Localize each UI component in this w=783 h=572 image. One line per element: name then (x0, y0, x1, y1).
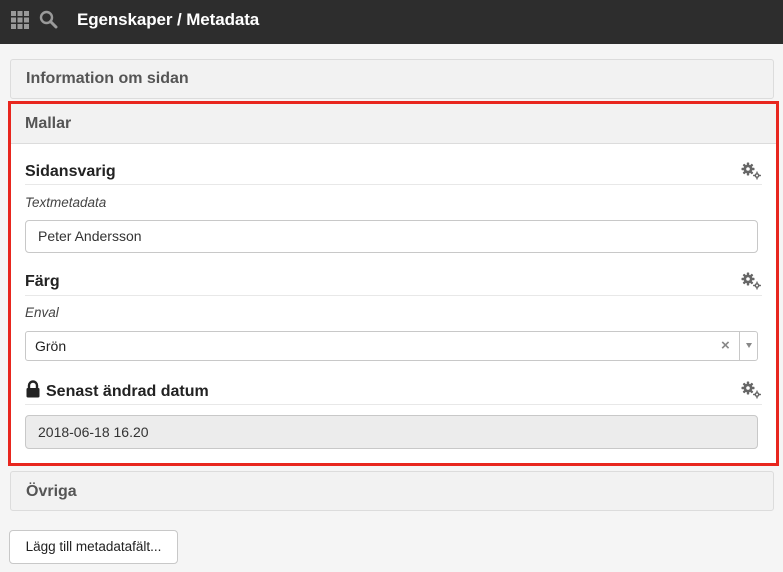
add-metadata-field-button[interactable]: Lägg till metadatafält... (9, 530, 178, 564)
gear-icon[interactable] (740, 272, 762, 290)
farg-select[interactable]: Grön × (25, 331, 758, 361)
sidansvarig-input[interactable]: Peter Andersson (25, 220, 758, 253)
panel-title-ovriga: Övriga (26, 483, 77, 500)
mallar-panel: Mallar Sidansvarig Textmetadata Peter An… (8, 101, 779, 466)
top-bar: Egenskaper / Metadata (0, 0, 783, 44)
senast-andrad-field: 2018-06-18 16.20 (25, 415, 758, 449)
field-divider (25, 295, 762, 296)
panel-information[interactable]: Information om sidan (10, 59, 774, 99)
field-divider (25, 404, 762, 405)
clear-icon[interactable]: × (721, 337, 730, 354)
search-icon[interactable] (39, 10, 58, 29)
lock-icon (26, 380, 40, 398)
panel-mallar-header[interactable]: Mallar (11, 104, 776, 144)
panel-title-information: Information om sidan (26, 70, 189, 87)
field-type-label: Textmetadata (25, 195, 107, 210)
gear-icon[interactable] (740, 162, 762, 180)
field-title-sidansvarig: Sidansvarig (25, 163, 116, 180)
field-type-label: Enval (25, 305, 59, 320)
chevron-down-icon[interactable] (746, 343, 752, 348)
panel-ovriga[interactable]: Övriga (10, 471, 774, 511)
field-title-farg: Färg (25, 273, 60, 290)
gear-icon[interactable] (740, 381, 762, 399)
select-divider (739, 332, 740, 360)
field-title-senast-andrad: Senast ändrad datum (46, 383, 209, 400)
field-divider (25, 184, 762, 185)
select-value: Grön (35, 338, 67, 354)
panel-title-mallar: Mallar (25, 115, 72, 132)
grid-icon[interactable] (11, 11, 29, 29)
page-title: Egenskaper / Metadata (77, 10, 260, 29)
